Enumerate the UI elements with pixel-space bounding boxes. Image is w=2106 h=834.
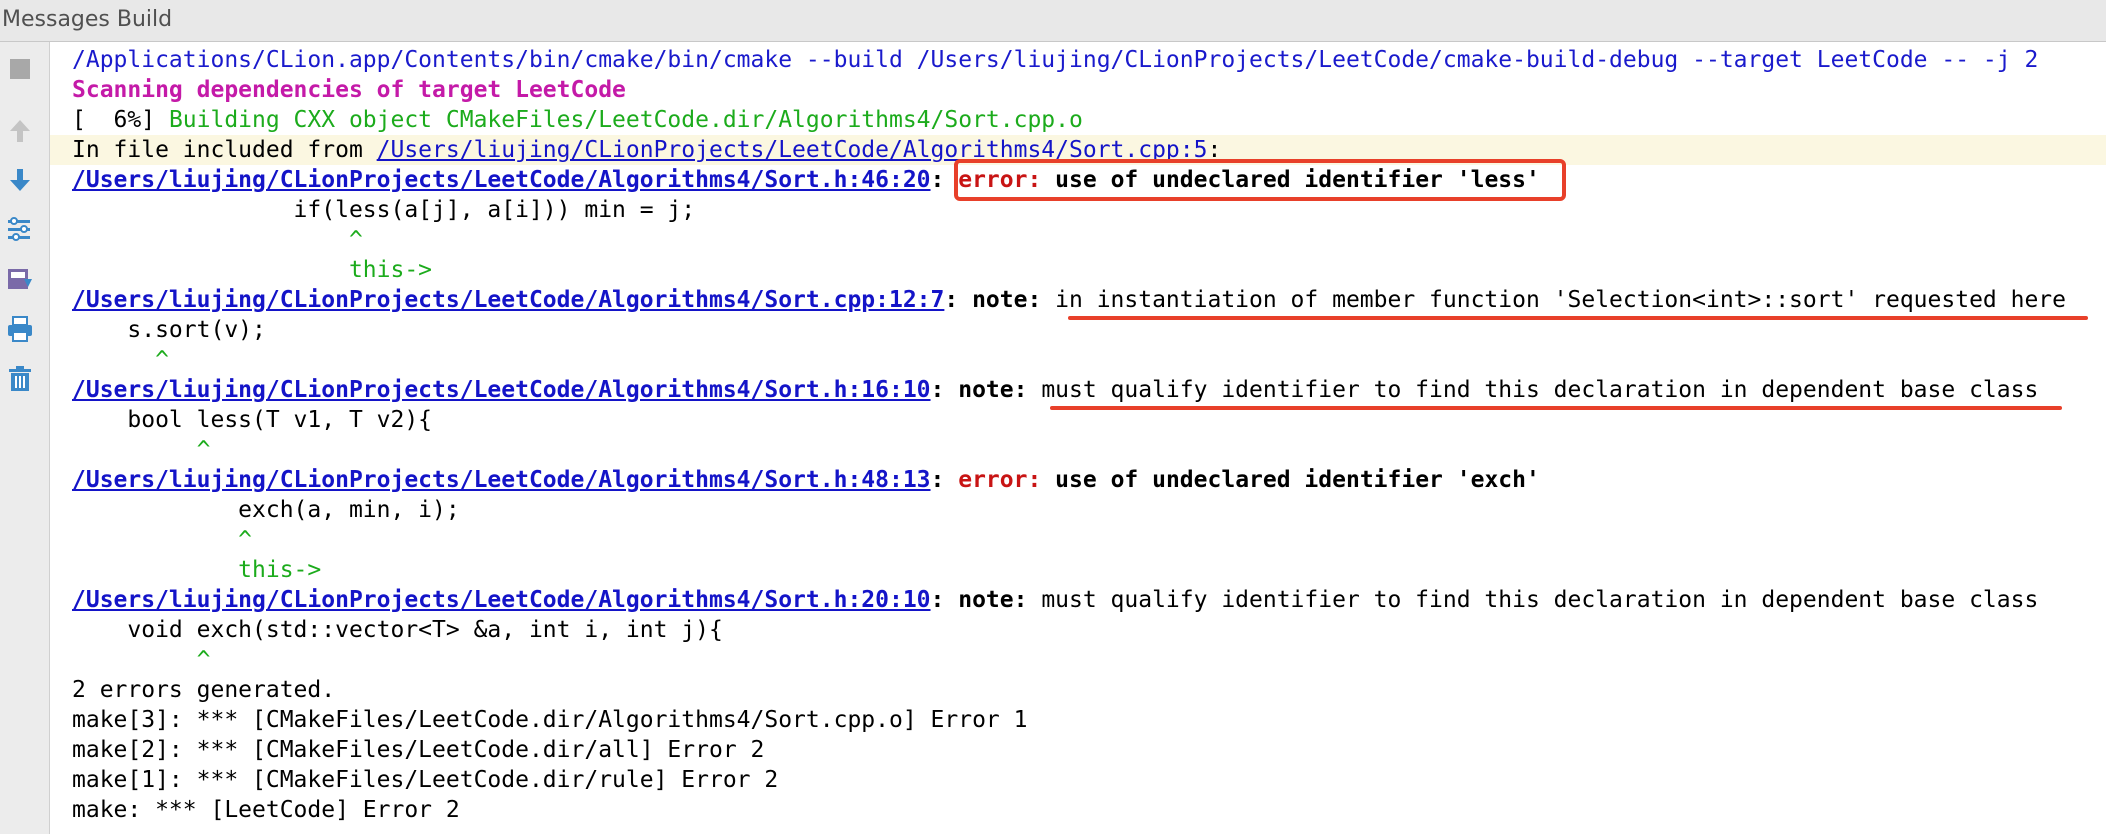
print-icon xyxy=(6,315,34,347)
previous-message-button[interactable] xyxy=(5,118,35,148)
arrow-up-icon xyxy=(8,118,32,148)
note-message: must qualify identifier to find this dec… xyxy=(1041,587,2039,613)
stop-icon xyxy=(8,57,32,85)
export-icon xyxy=(6,265,34,297)
code-snippet: s.sort(v); xyxy=(72,317,266,343)
underline-annotation xyxy=(1050,406,2062,410)
make-output-line: make: *** [LeetCode] Error 2 xyxy=(72,797,460,823)
scanning-line: Scanning dependencies of target LeetCode xyxy=(72,77,626,103)
note-location-link[interactable]: /Users/liujing/CLionProjects/LeetCode/Al… xyxy=(72,587,931,613)
build-progress-percent: [ 6%] xyxy=(72,107,169,133)
note-line-qualify-exch: /Users/liujing/CLionProjects/LeetCode/Al… xyxy=(72,585,2038,615)
highlight-box-annotation xyxy=(954,159,1566,201)
caret-marker: ^ xyxy=(72,437,211,463)
clear-all-button[interactable] xyxy=(5,366,35,396)
error-message: use of undeclared identifier 'exch' xyxy=(1041,467,1540,493)
note-message: in instantiation of member function 'Sel… xyxy=(1055,287,2066,313)
export-button[interactable] xyxy=(5,266,35,296)
build-object-text: Building CXX object CMakeFiles/LeetCode.… xyxy=(168,107,1083,133)
error-colon: : xyxy=(930,467,959,493)
next-message-button[interactable] xyxy=(5,167,35,197)
note-label: : note: xyxy=(930,377,1042,403)
included-from-text: In file included from xyxy=(72,137,377,163)
fixit-hint: this-> xyxy=(72,257,433,283)
make-output-line: make[2]: *** [CMakeFiles/LeetCode.dir/al… xyxy=(72,737,765,763)
build-output-console[interactable]: /Applications/CLion.app/Contents/bin/cma… xyxy=(50,42,2106,834)
caret-marker: ^ xyxy=(72,227,363,253)
caret-marker: ^ xyxy=(72,527,253,553)
note-label: : note: xyxy=(944,287,1056,313)
note-label: : note: xyxy=(930,587,1042,613)
code-snippet: void exch(std::vector<T> &a, int i, int … xyxy=(72,617,723,643)
note-location-link[interactable]: /Users/liujing/CLionProjects/LeetCode/Al… xyxy=(72,287,944,313)
filter-settings-button[interactable] xyxy=(5,216,35,246)
trash-icon xyxy=(7,365,33,397)
error-location-link[interactable]: /Users/liujing/CLionProjects/LeetCode/Al… xyxy=(72,467,931,493)
error-line-exch: /Users/liujing/CLionProjects/LeetCode/Al… xyxy=(72,465,1540,495)
make-output-line: make[1]: *** [CMakeFiles/LeetCode.dir/ru… xyxy=(72,767,779,793)
error-location-link[interactable]: /Users/liujing/CLionProjects/LeetCode/Al… xyxy=(72,167,931,193)
code-snippet: if(less(a[j], a[i])) min = j; xyxy=(72,197,696,223)
note-message: must qualify identifier to find this dec… xyxy=(1041,377,2039,403)
code-snippet: exch(a, min, i); xyxy=(72,497,460,523)
cmake-command-line: /Applications/CLion.app/Contents/bin/cma… xyxy=(72,47,2039,73)
window-title: Messages Build xyxy=(2,7,173,32)
caret-marker: ^ xyxy=(72,647,211,673)
caret-marker: ^ xyxy=(72,347,169,373)
note-location-link[interactable]: /Users/liujing/CLionProjects/LeetCode/Al… xyxy=(72,377,931,403)
print-button[interactable] xyxy=(5,316,35,346)
code-snippet: bool less(T v1, T v2){ xyxy=(72,407,433,433)
tool-window-title-bar: Messages Build xyxy=(0,0,2106,42)
messages-toolbar xyxy=(0,42,50,834)
stop-button[interactable] xyxy=(5,56,35,86)
error-label: error: xyxy=(958,467,1042,493)
underline-annotation xyxy=(1068,316,2088,320)
build-progress-line: [ 6%] Building CXX object CMakeFiles/Lee… xyxy=(72,105,1083,135)
filter-settings-icon xyxy=(6,216,34,246)
note-line-instantiation: /Users/liujing/CLionProjects/LeetCode/Al… xyxy=(72,285,2066,315)
note-line-qualify-less: /Users/liujing/CLionProjects/LeetCode/Al… xyxy=(72,375,2038,405)
arrow-down-icon xyxy=(8,167,32,197)
make-output-line: make[3]: *** [CMakeFiles/LeetCode.dir/Al… xyxy=(72,707,1028,733)
fixit-hint: this-> xyxy=(72,557,322,583)
errors-summary: 2 errors generated. xyxy=(72,677,336,703)
